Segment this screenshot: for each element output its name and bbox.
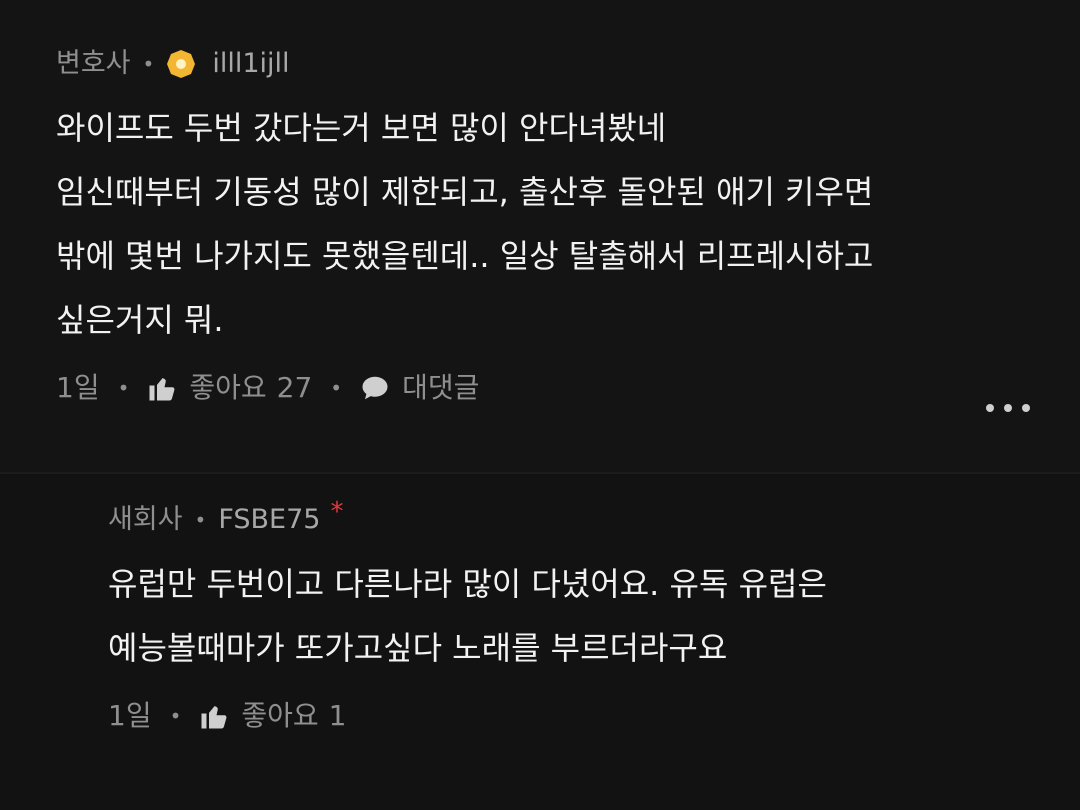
action-separator: •: [117, 376, 130, 400]
like-button[interactable]: 좋아요 1: [199, 696, 346, 736]
action-separator: •: [169, 704, 182, 728]
comment-actions: 1일 • 좋아요 27 • 대댓글: [56, 368, 1080, 408]
meta-separator: •: [142, 52, 155, 76]
comment-line: 임신때부터 기동성 많이 제한되고, 출산후 돌안된 애기 키우면: [56, 173, 874, 211]
comment-meta: 새회사 • FSBE75 *: [108, 497, 1080, 540]
author-username[interactable]: FSBE75: [218, 500, 320, 540]
comment-line: 유럽만 두번이고 다른나라 많이 다녔어요. 유독 유럽은: [108, 565, 827, 603]
speech-bubble-icon: [362, 376, 388, 400]
author-role: 새회사: [108, 504, 183, 535]
like-button[interactable]: 좋아요 27: [147, 368, 312, 408]
gold-badge-icon: [167, 50, 196, 78]
more-options-button[interactable]: [986, 396, 1030, 420]
comment-meta: 변호사 • illl1ijll: [56, 44, 1080, 84]
like-label: 좋아요: [241, 699, 319, 732]
thumbs-up-icon: [201, 706, 227, 729]
comment-line: 예능볼때마가 또가고싶다 노래를 부르더라구요: [108, 629, 728, 667]
more-dot-icon: [1004, 404, 1012, 412]
author-role: 변호사: [56, 48, 131, 79]
more-dot-icon: [1022, 404, 1030, 412]
action-separator: •: [330, 376, 343, 400]
comment-line: 싶은거지 뭐.: [56, 301, 224, 339]
comment-actions: 1일 • 좋아요 1: [108, 696, 1080, 736]
comment-time: 1일: [108, 699, 152, 732]
author-username[interactable]: illl1ijll: [212, 44, 289, 84]
comment-body: 와이프도 두번 갔다는거 보면 많이 안다녀봤네 임신때부터 기동성 많이 제한…: [56, 96, 1080, 352]
comment-body: 유럽만 두번이고 다른나라 많이 다녔어요. 유독 유럽은 예능볼때마가 또가고…: [108, 552, 1080, 680]
meta-separator: •: [194, 508, 207, 532]
comment-item: 변호사 • illl1ijll 와이프도 두번 갔다는거 보면 많이 안다녀봤네…: [0, 0, 1080, 472]
like-count: 27: [276, 371, 313, 404]
like-count: 1: [328, 699, 347, 732]
reply-label: 대댓글: [402, 371, 480, 404]
original-poster-mark: *: [330, 497, 344, 527]
more-dot-icon: [986, 404, 994, 412]
reply-button[interactable]: 대댓글: [360, 368, 479, 408]
like-label: 좋아요: [189, 371, 267, 404]
comment-line: 와이프도 두번 갔다는거 보면 많이 안다녀봤네: [56, 109, 667, 147]
comment-time: 1일: [56, 371, 100, 404]
comment-line: 밖에 몇번 나가지도 못했을텐데.. 일상 탈출해서 리프레시하고: [56, 237, 874, 275]
thumbs-up-icon: [149, 378, 175, 401]
reply-item: 새회사 • FSBE75 * 유럽만 두번이고 다른나라 많이 다녔어요. 유독…: [0, 474, 1080, 810]
